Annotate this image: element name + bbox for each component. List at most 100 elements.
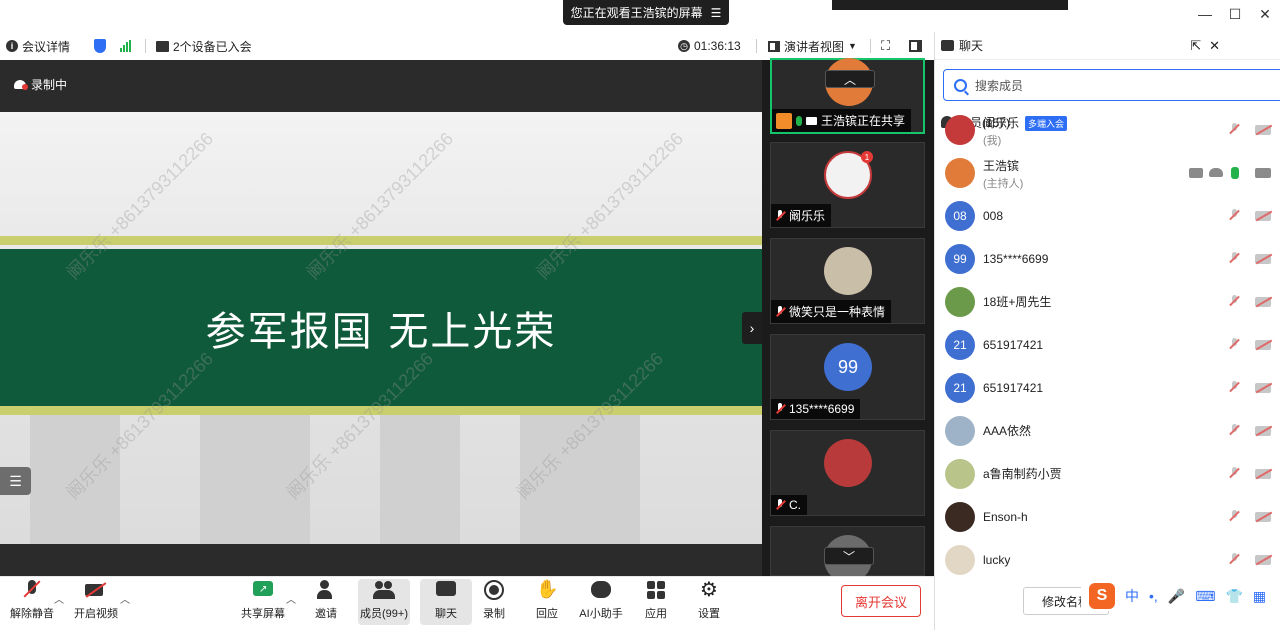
fullscreen-icon[interactable]: ⛶ — [881, 38, 890, 54]
close-window-button[interactable]: ✕ — [1250, 6, 1280, 23]
list-icon[interactable]: ☰ — [0, 467, 31, 495]
ime-keyboard-icon[interactable]: ⌨ — [1195, 588, 1215, 605]
member-name: 008 — [983, 208, 1004, 223]
popout-icon[interactable]: ⇱ — [1190, 38, 1201, 54]
scroll-down-button[interactable]: ﹀ — [824, 547, 874, 565]
participant-name: C. — [789, 498, 801, 512]
maximize-button[interactable]: ☐ — [1220, 6, 1250, 23]
participant-thumbnail-strip[interactable]: ︿ 王浩镔正在共享 1 阚乐乐 微笑只是一种表情 99 135****6699 — [762, 58, 934, 583]
network-signal[interactable] — [120, 40, 131, 52]
search-icon — [954, 78, 967, 92]
camera-off-icon[interactable] — [1255, 296, 1271, 307]
camera-off-icon[interactable] — [1255, 382, 1271, 393]
list-item[interactable]: a鲁南制药小贾 — [935, 452, 1280, 495]
unmute-button[interactable]: 解除静音 — [6, 579, 58, 621]
chevron-up-icon[interactable]: ︿ — [54, 591, 64, 606]
members-button[interactable]: 成员(99+) — [358, 579, 410, 625]
camera-on-icon[interactable] — [1255, 167, 1271, 178]
list-item[interactable]: 21 651917421 — [935, 323, 1280, 366]
chat-button[interactable]: 聊天 — [420, 579, 472, 625]
divider — [145, 39, 146, 53]
settings-button[interactable]: ⚙ 设置 — [683, 579, 735, 621]
camera-off-icon[interactable] — [1255, 468, 1271, 479]
chevron-up-icon[interactable]: ︿ — [286, 591, 296, 606]
mic-muted-icon[interactable] — [1229, 209, 1239, 222]
view-mode-label: 演讲者视图 — [784, 39, 845, 54]
list-item[interactable]: 99 135****6699 — [935, 237, 1280, 280]
list-item[interactable]: lucky — [935, 538, 1280, 581]
member-search-input[interactable]: 搜索成员 — [943, 69, 1280, 101]
apps-button[interactable]: 应用 — [630, 579, 682, 621]
mic-muted-icon[interactable] — [1229, 295, 1239, 308]
view-mode-dropdown[interactable]: 演讲者视图 ▼ — [768, 38, 857, 55]
camera-off-icon[interactable] — [1255, 210, 1271, 221]
scroll-up-button[interactable]: ︿ — [825, 70, 875, 88]
participant-thumbnail[interactable]: C. — [770, 430, 925, 516]
expand-thumbnails-button[interactable]: › — [742, 312, 762, 344]
list-item[interactable]: AAA依然 — [935, 409, 1280, 452]
sogou-logo-icon[interactable]: S — [1089, 583, 1115, 609]
camera-off-icon[interactable] — [1255, 425, 1271, 436]
list-item[interactable]: 08 008 — [935, 194, 1280, 237]
ime-toolbox-icon[interactable]: ▦ — [1253, 588, 1266, 605]
mic-muted-icon[interactable] — [1229, 467, 1239, 480]
participant-thumbnail[interactable]: 1 阚乐乐 — [770, 142, 925, 228]
settings-label: 设置 — [698, 608, 720, 620]
list-item[interactable]: 阚乐乐 多端入会 (我) — [935, 108, 1280, 151]
mic-muted-icon[interactable] — [1229, 424, 1239, 437]
member-name: AAA依然 — [983, 424, 1032, 438]
mic-muted-icon[interactable] — [1229, 252, 1239, 265]
minimize-button[interactable]: — — [1190, 6, 1220, 23]
list-item[interactable]: Enson-h — [935, 495, 1280, 538]
camera-off-icon[interactable] — [1255, 511, 1271, 522]
meeting-details-button[interactable]: i 会议详情 — [6, 38, 70, 55]
participant-thumbnail[interactable]: ︿ 王浩镔正在共享 — [770, 58, 925, 134]
ime-voice-icon[interactable]: 🎤 — [1168, 588, 1185, 605]
close-icon[interactable]: ✕ — [1209, 38, 1220, 54]
mic-muted-icon[interactable] — [1229, 553, 1239, 566]
record-button[interactable]: 录制 — [468, 579, 520, 621]
camera-off-icon[interactable] — [1255, 253, 1271, 264]
panel-tabs: 聊天 成员(157) ⇱ ✕ — [935, 32, 1280, 136]
menu-icon[interactable]: ☰ — [711, 6, 722, 20]
tab-chat[interactable]: 聊天 — [935, 32, 1081, 60]
participant-name: 王浩镔正在共享 — [821, 114, 906, 128]
camera-off-icon[interactable] — [1255, 124, 1271, 135]
reactions-button[interactable]: ✋ 回应 — [521, 579, 573, 621]
participant-thumbnail[interactable]: 微笑只是一种表情 — [770, 238, 925, 324]
invite-button[interactable]: 邀请 — [300, 579, 352, 621]
mic-muted-icon[interactable] — [1229, 510, 1239, 523]
member-list: 阚乐乐 多端入会 (我) 王浩镔 (主持人) 08 008 99 135****6… — [935, 108, 1280, 581]
list-item[interactable]: 18班+周先生 — [935, 280, 1280, 323]
participant-name: 微笑只是一种表情 — [789, 305, 886, 319]
avatar: 21 — [945, 329, 975, 360]
security-status[interactable] — [94, 39, 106, 53]
ime-punctuation-toggle[interactable]: •, — [1149, 588, 1158, 604]
devices-joined[interactable]: 2个设备已入会 — [156, 38, 252, 55]
sidebar-toggle-icon[interactable] — [909, 40, 922, 52]
screen-share-notice[interactable]: 您正在观看王浩镔的屏幕 ☰ — [563, 0, 729, 25]
share-screen-icon: ↗ — [252, 579, 274, 601]
avatar — [945, 415, 975, 446]
list-item[interactable]: 21 651917421 — [935, 366, 1280, 409]
meeting-details-label: 会议详情 — [22, 39, 71, 54]
camera-off-icon[interactable] — [1255, 339, 1271, 350]
participant-thumbnail[interactable]: ﹀ — [770, 526, 925, 583]
notification-badge: 1 — [861, 151, 873, 163]
list-item[interactable]: 王浩镔 (主持人) — [935, 151, 1280, 194]
mic-muted-icon[interactable] — [1229, 381, 1239, 394]
chevron-up-icon[interactable]: ︿ — [120, 591, 130, 606]
mic-muted-icon[interactable] — [1229, 123, 1239, 136]
start-video-button[interactable]: 开启视频 — [70, 579, 122, 621]
participant-thumbnail[interactable]: 99 135****6699 — [770, 334, 925, 420]
mic-on-icon[interactable] — [1231, 166, 1239, 179]
mic-muted-icon[interactable] — [1229, 338, 1239, 351]
ime-language-toggle[interactable]: 中 — [1125, 586, 1139, 606]
ai-assistant-button[interactable]: AI小助手 — [575, 579, 627, 621]
meeting-duration: ◷ 01:36:13 — [678, 39, 741, 53]
camera-off-icon[interactable] — [1255, 554, 1271, 565]
share-screen-button[interactable]: ↗ 共享屏幕 — [237, 579, 289, 621]
ime-skin-icon[interactable]: 👕 — [1225, 588, 1242, 605]
leave-meeting-button[interactable]: 离开会议 — [841, 585, 921, 617]
avatar — [824, 247, 872, 295]
